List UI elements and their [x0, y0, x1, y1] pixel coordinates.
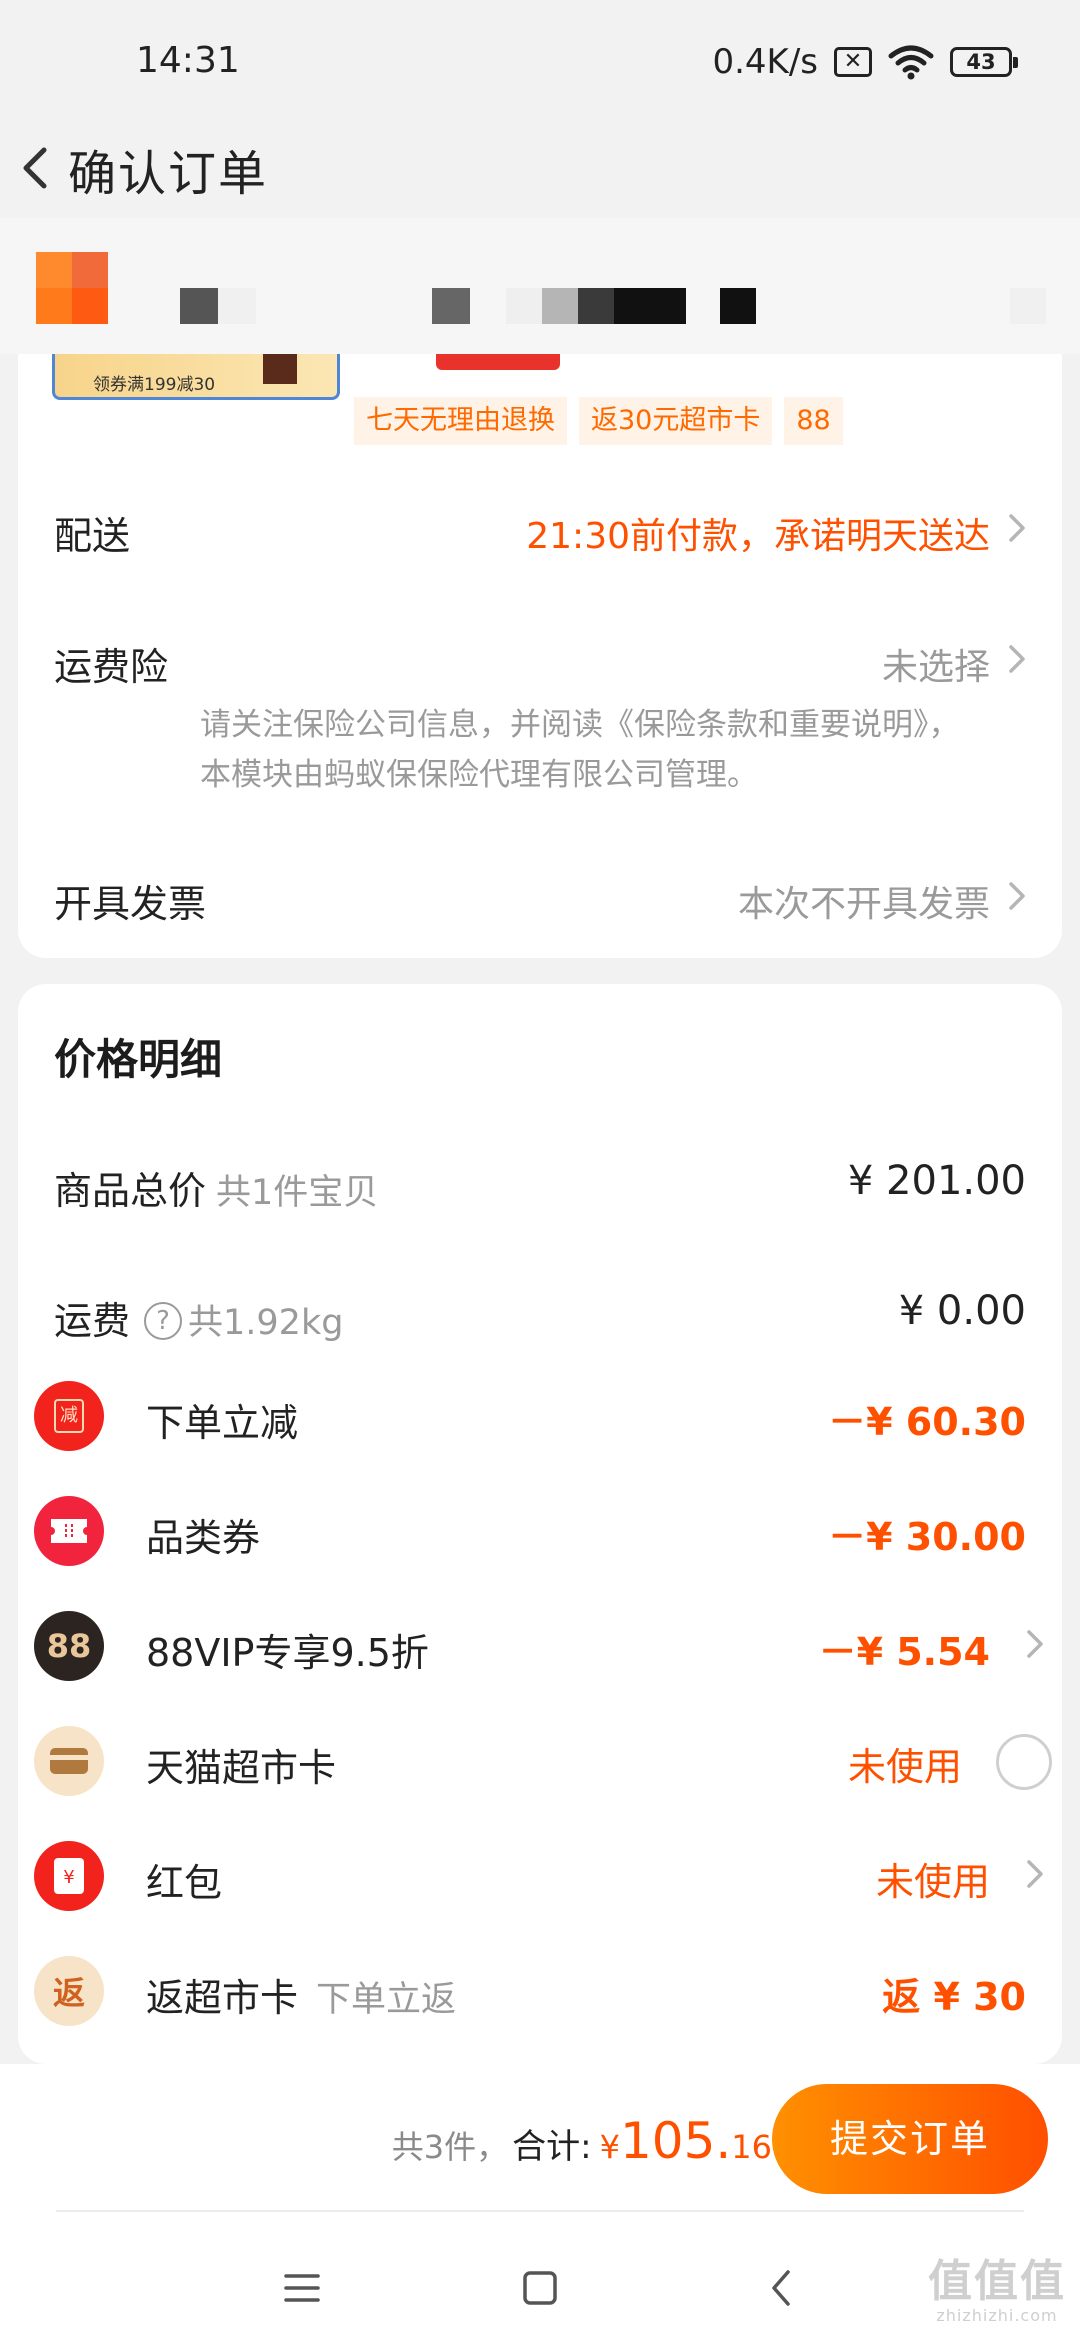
price-details-title: 价格明细: [54, 1035, 223, 1084]
battery-icon: 43: [950, 47, 1018, 77]
shipping-insurance-value: 未选择: [881, 647, 990, 688]
subtotal-label: 商品总价: [54, 1169, 207, 1213]
watermark: 值值值 zhizhizhi.com: [928, 2256, 1066, 2326]
status-bar: 14:31 0.4K/s ✕ 43: [0, 0, 1080, 118]
network-speed: 0.4K/s: [712, 42, 818, 82]
chevron-right-icon: [1027, 1860, 1043, 1888]
shipping-insurance-label: 运费险: [54, 645, 169, 689]
cashback-note: 下单立返: [316, 1980, 457, 2020]
pixelated-block: [218, 288, 256, 324]
discount-label: 88VIP专享9.5折: [146, 1631, 429, 1675]
total-integer: 105.: [619, 2112, 732, 2170]
service-tags: 七天无理由退换 返30元超市卡 88: [354, 397, 843, 445]
pixelated-block: [506, 288, 542, 324]
discount-value: 返 ¥ 30: [882, 1975, 1026, 2019]
home-square-icon[interactable]: [516, 2264, 564, 2312]
chevron-right-icon: [1009, 645, 1025, 673]
discount-value: 未使用: [875, 1860, 990, 1904]
chevron-right-icon: [1009, 882, 1025, 910]
discount-value: 未使用: [847, 1745, 962, 1789]
shipping-weight: 共1.92kg: [188, 1303, 344, 1343]
pixelated-block: [720, 288, 756, 324]
category-coupon-icon: [34, 1496, 104, 1566]
sim-disabled-icon: ✕: [834, 47, 872, 77]
pixelated-block: [542, 288, 578, 324]
promo-banner-edge: [436, 354, 560, 370]
subtotal-count: 共1件宝贝: [216, 1173, 379, 1213]
discount-value: －¥ 30.00: [828, 1515, 1026, 1559]
chevron-right-icon: [1027, 1630, 1043, 1658]
discount-value: －¥ 60.30: [828, 1400, 1026, 1444]
wifi-icon: [888, 45, 934, 80]
delivery-value: 21:30前付款，承诺明天送达: [526, 516, 990, 557]
status-time: 14:31: [136, 40, 240, 81]
tmall-card-radio[interactable]: [996, 1734, 1052, 1790]
red-packet-icon: ¥: [34, 1841, 104, 1911]
chevron-left-icon[interactable]: [10, 140, 66, 196]
discount-label: 下单立减: [146, 1401, 299, 1445]
back-nav-icon[interactable]: [758, 2264, 806, 2312]
tmall-card-icon: [34, 1726, 104, 1796]
insurance-notice: 请关注保险公司信息，并阅读《保险条款和重要说明》，本模块由蚂蚁保保险代理有限公司…: [200, 707, 960, 793]
shipping-fee-amount: ¥ 0.00: [898, 1288, 1026, 1334]
shipping-fee-label: 运费: [54, 1299, 131, 1343]
divider: [56, 2210, 1024, 2212]
invoice-label: 开具发票: [54, 882, 207, 926]
pixelated-block: [578, 288, 614, 324]
total-decimal: 16: [731, 2128, 772, 2166]
pixelated-block: [614, 288, 686, 324]
thumbnail-coupon-text: 领券满199减30: [93, 375, 216, 395]
page-title: 确认订单: [68, 146, 269, 202]
cashback-icon: 返: [34, 1956, 104, 2026]
discount-label: 品类券: [146, 1516, 261, 1560]
service-tag: 88: [784, 397, 843, 445]
menu-icon[interactable]: [278, 2264, 326, 2312]
system-nav-bar: 值值值 zhizhizhi.com: [0, 2210, 1080, 2340]
checkout-bar: 共3件， 合计: ¥ 105. 16 提交订单: [0, 2064, 1080, 2210]
service-tag: 返30元超市卡: [579, 397, 773, 445]
order-options-card: 领券满199减30 七天无理由退换 返30元超市卡 88 配送 21:30前付款…: [18, 354, 1062, 958]
submit-order-button[interactable]: 提交订单: [772, 2084, 1048, 2194]
price-details-card: 价格明细 商品总价 共1件宝贝 ¥ 201.00 运费? 共1.92kg ¥ 0.0…: [18, 984, 1062, 2064]
currency-symbol: ¥: [599, 2128, 620, 2166]
discount-label: 天猫超市卡: [146, 1746, 337, 1790]
status-icons: 0.4K/s ✕ 43: [712, 40, 1018, 84]
service-tag: 七天无理由退换: [354, 397, 567, 445]
discount-label: 红包: [146, 1861, 223, 1905]
total-label: 合计:: [512, 2127, 592, 2167]
pixelated-block: [1010, 288, 1046, 324]
item-count: 共3件，: [391, 2128, 509, 2166]
invoice-value: 本次不开具发票: [737, 884, 990, 925]
subtotal-amount: ¥ 201.00: [847, 1158, 1026, 1204]
pixelated-block: [180, 288, 218, 324]
battery-level: 43: [966, 50, 996, 74]
pixelated-block: [432, 288, 470, 324]
store-strip[interactable]: [0, 218, 1080, 354]
discount-value: －¥ 5.54: [818, 1630, 990, 1674]
discount-label: 返超市卡: [146, 1976, 299, 2020]
order-total: 共3件， 合计: ¥ 105. 16: [392, 2112, 772, 2170]
88vip-icon: 88: [34, 1611, 104, 1681]
delivery-label: 配送: [54, 514, 131, 558]
help-icon[interactable]: ?: [144, 1301, 183, 1340]
page-header: 确认订单: [0, 118, 1080, 218]
store-logo: [36, 252, 108, 324]
chevron-right-icon: [1009, 514, 1025, 542]
product-thumbnail[interactable]: 领券满199减30: [52, 354, 340, 400]
instant-discount-icon: 减: [34, 1381, 104, 1451]
